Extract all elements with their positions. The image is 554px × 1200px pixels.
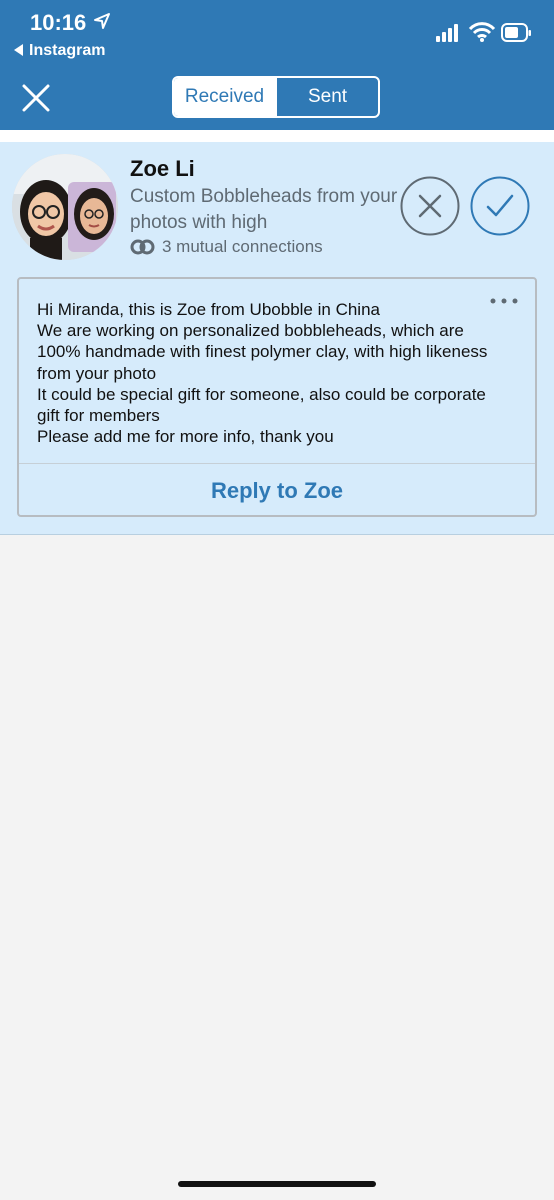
tab-sent[interactable]: Sent: [275, 78, 378, 116]
wifi-icon: [468, 22, 496, 42]
home-indicator[interactable]: [178, 1181, 376, 1187]
accept-button[interactable]: [470, 176, 530, 236]
mutual-connections-icon: [130, 239, 155, 255]
invitation-message: Hi Miranda, this is Zoe from Ubobble in …: [37, 300, 488, 447]
status-time: 10:16: [30, 10, 87, 35]
back-triangle-icon: [14, 43, 23, 56]
reply-button[interactable]: Reply to Zoe: [19, 464, 535, 517]
back-app-label: Instagram: [29, 42, 106, 59]
checkmark-icon: [486, 194, 514, 217]
battery-icon: [501, 23, 531, 42]
mutual-connections-label: 3 mutual connections: [162, 237, 323, 256]
invitation-tabs: Received Sent: [172, 76, 380, 118]
sender-headline: Custom Bobbleheads from your photos with…: [130, 186, 398, 233]
sender-name[interactable]: Zoe Li: [130, 156, 195, 182]
status-icons: [436, 22, 531, 42]
more-options-icon[interactable]: [489, 295, 519, 307]
tab-received[interactable]: Received: [174, 78, 275, 116]
profile-photo: [12, 154, 118, 260]
cellular-signal-icon: [436, 24, 458, 42]
close-icon[interactable]: [18, 80, 54, 116]
ignore-button[interactable]: [400, 176, 460, 236]
invitation-message-box: Hi Miranda, this is Zoe from Ubobble in …: [17, 277, 537, 517]
header-separator: [0, 130, 554, 142]
back-to-app-link[interactable]: Instagram: [14, 42, 105, 60]
close-icon: [418, 194, 442, 218]
location-arrow-icon: [94, 13, 110, 29]
mutual-connections[interactable]: 3 mutual connections: [130, 237, 323, 257]
avatar[interactable]: [12, 154, 118, 260]
